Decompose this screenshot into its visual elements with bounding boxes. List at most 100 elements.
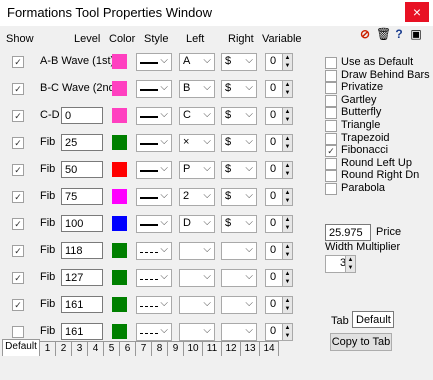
trash-icon[interactable]: 🗑 (376, 28, 391, 40)
tab-13[interactable]: 13 (240, 341, 260, 356)
option-checkbox[interactable] (325, 107, 337, 120)
stepper-arrows[interactable]: ▲ ▼ (282, 297, 292, 313)
style-dropdown[interactable]: ⌵ (136, 161, 172, 179)
left-dropdown[interactable]: × ⌵ (179, 134, 215, 152)
stepper-arrows[interactable]: ▲ ▼ (282, 216, 292, 232)
tab-11[interactable]: 11 (202, 341, 222, 356)
option-checkbox[interactable] (325, 132, 337, 145)
variable-stepper[interactable]: 0 ▲ ▼ (265, 80, 293, 98)
show-checkbox[interactable] (12, 326, 24, 338)
variable-stepper[interactable]: 0 ▲ ▼ (265, 134, 293, 152)
show-checkbox[interactable]: ✓ (12, 83, 24, 95)
tab-2[interactable]: 2 (55, 341, 72, 356)
level-input[interactable]: 0 (61, 107, 103, 124)
tab-8[interactable]: 8 (151, 341, 168, 356)
style-dropdown[interactable]: ⌵ (136, 242, 172, 260)
variable-stepper[interactable]: 0 ▲ ▼ (265, 107, 293, 125)
right-dropdown[interactable]: $ ⌵ (221, 188, 257, 206)
option-checkbox[interactable]: ✓ (325, 145, 337, 158)
tab-3[interactable]: 3 (71, 341, 88, 356)
variable-stepper[interactable]: 0 ▲ ▼ (265, 188, 293, 206)
left-dropdown[interactable]: ⌵ (179, 296, 215, 314)
show-checkbox[interactable]: ✓ (12, 164, 24, 176)
color-swatch[interactable] (112, 162, 127, 177)
right-dropdown[interactable]: $ ⌵ (221, 107, 257, 125)
price-field[interactable]: 25.975 (325, 224, 371, 241)
copy-to-tab-button[interactable]: Copy to Tab (330, 333, 392, 351)
left-dropdown[interactable]: B ⌵ (179, 80, 215, 98)
style-dropdown[interactable]: ⌵ (136, 134, 172, 152)
left-dropdown[interactable]: A ⌵ (179, 53, 215, 71)
show-checkbox[interactable]: ✓ (12, 110, 24, 122)
stepper-arrows[interactable]: ▲ ▼ (345, 256, 355, 272)
tab-9[interactable]: 9 (167, 341, 184, 356)
style-dropdown[interactable]: ⌵ (136, 296, 172, 314)
width-multiplier-stepper[interactable]: 3 ▲ ▼ (325, 255, 356, 273)
tab-5[interactable]: 5 (103, 341, 120, 356)
option-checkbox[interactable] (325, 157, 337, 170)
left-dropdown[interactable]: D ⌵ (179, 215, 215, 233)
style-dropdown[interactable]: ⌵ (136, 269, 172, 287)
option-checkbox[interactable] (325, 69, 337, 82)
show-checkbox[interactable]: ✓ (12, 56, 24, 68)
right-dropdown[interactable]: ⌵ (221, 296, 257, 314)
variable-stepper[interactable]: 0 ▲ ▼ (265, 161, 293, 179)
right-dropdown[interactable]: ⌵ (221, 242, 257, 260)
tab-12[interactable]: 12 (221, 341, 241, 356)
color-swatch[interactable] (112, 108, 127, 123)
camera-icon[interactable]: ▣ (410, 28, 422, 40)
option-checkbox[interactable] (325, 82, 337, 95)
left-dropdown[interactable]: C ⌵ (179, 107, 215, 125)
option-checkbox[interactable] (325, 170, 337, 183)
left-dropdown[interactable]: P ⌵ (179, 161, 215, 179)
stepper-arrows[interactable]: ▲ ▼ (282, 270, 292, 286)
color-swatch[interactable] (112, 135, 127, 150)
variable-stepper[interactable]: 0 ▲ ▼ (265, 215, 293, 233)
stepper-arrows[interactable]: ▲ ▼ (282, 162, 292, 178)
tab-name-field[interactable]: Default (352, 311, 394, 328)
level-input[interactable]: 25 (61, 134, 103, 151)
show-checkbox[interactable]: ✓ (12, 218, 24, 230)
level-input[interactable]: 75 (61, 188, 103, 205)
right-dropdown[interactable]: ⌵ (221, 269, 257, 287)
style-dropdown[interactable]: ⌵ (136, 215, 172, 233)
variable-stepper[interactable]: 0 ▲ ▼ (265, 269, 293, 287)
level-input[interactable]: 161 (61, 296, 103, 313)
tab-6[interactable]: 6 (119, 341, 136, 356)
stepper-arrows[interactable]: ▲ ▼ (282, 108, 292, 124)
no-entry-icon[interactable]: ⊘ (359, 28, 371, 40)
variable-stepper[interactable]: 0 ▲ ▼ (265, 53, 293, 71)
level-input[interactable]: 161 (61, 323, 103, 340)
close-button[interactable]: × (405, 2, 429, 22)
show-checkbox[interactable]: ✓ (12, 191, 24, 203)
stepper-arrows[interactable]: ▲ ▼ (282, 81, 292, 97)
option-checkbox[interactable] (325, 183, 337, 195)
level-input[interactable]: 127 (61, 269, 103, 286)
right-dropdown[interactable]: $ ⌵ (221, 215, 257, 233)
tab-default[interactable]: Default (2, 339, 40, 356)
stepper-arrows[interactable]: ▲ ▼ (282, 243, 292, 259)
color-swatch[interactable] (112, 324, 127, 339)
tab-14[interactable]: 14 (259, 341, 279, 356)
style-dropdown[interactable]: ⌵ (136, 80, 172, 98)
show-checkbox[interactable]: ✓ (12, 245, 24, 257)
color-swatch[interactable] (112, 243, 127, 258)
left-dropdown[interactable]: ⌵ (179, 242, 215, 260)
help-icon[interactable]: ? (393, 28, 405, 40)
style-dropdown[interactable]: ⌵ (136, 107, 172, 125)
level-input[interactable]: 100 (61, 215, 103, 232)
right-dropdown[interactable]: $ ⌵ (221, 161, 257, 179)
tab-7[interactable]: 7 (135, 341, 152, 356)
color-swatch[interactable] (112, 189, 127, 204)
variable-stepper[interactable]: 0 ▲ ▼ (265, 242, 293, 260)
right-dropdown[interactable]: $ ⌵ (221, 80, 257, 98)
show-checkbox[interactable]: ✓ (12, 299, 24, 311)
tab-10[interactable]: 10 (183, 341, 203, 356)
color-swatch[interactable] (112, 297, 127, 312)
option-checkbox[interactable] (325, 120, 337, 132)
left-dropdown[interactable]: 2 ⌵ (179, 188, 215, 206)
color-swatch[interactable] (112, 216, 127, 231)
style-dropdown[interactable]: ⌵ (136, 188, 172, 206)
level-input[interactable]: 50 (61, 161, 103, 178)
color-swatch[interactable] (112, 81, 127, 96)
